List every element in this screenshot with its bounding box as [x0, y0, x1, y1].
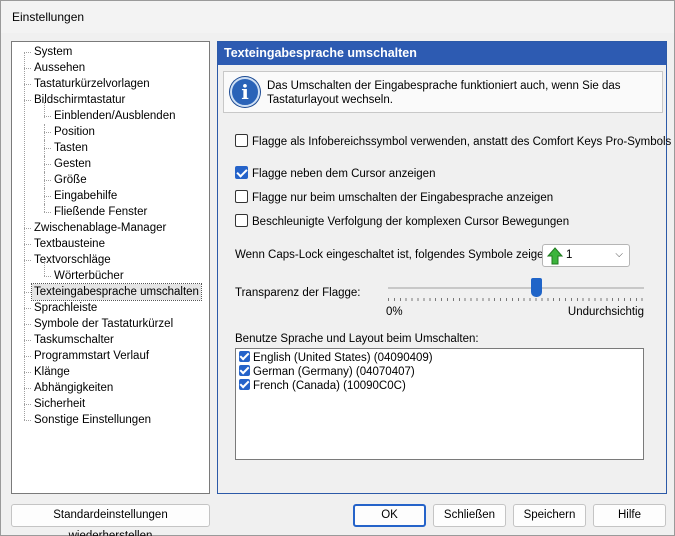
- tree-item[interactable]: Symbole der Tastaturkürzel: [32, 316, 175, 332]
- tree-connector: [44, 124, 45, 140]
- tree-connector: [44, 180, 51, 181]
- transparency-slider-thumb[interactable]: [531, 278, 543, 297]
- tree-connector: [44, 102, 45, 118]
- transparency-label: Transparenz der Flagge:: [235, 287, 361, 299]
- tree-item[interactable]: Wörterbücher: [52, 268, 126, 284]
- tree-connector: [44, 148, 51, 149]
- list-item[interactable]: French (Canada) (10090C0C): [239, 379, 406, 393]
- tree-connector: [24, 420, 31, 421]
- tree-connector: [24, 68, 31, 69]
- settings-window: Einstellungen System Aussehen Tastaturkürz…: [0, 0, 675, 536]
- language-checkbox[interactable]: [239, 365, 250, 376]
- tree-item[interactable]: Tastaturkürzelvorlagen: [32, 76, 152, 92]
- tree-connector: [24, 260, 31, 261]
- option-cursor-flag[interactable]: Flagge neben dem Cursor anzeigen: [235, 166, 435, 182]
- tree-connector: [44, 212, 51, 213]
- restore-defaults-button[interactable]: Standardeinstellungen wiederherstellen: [11, 504, 210, 536]
- transparency-min-label: 0%: [386, 306, 403, 318]
- tree-item[interactable]: Abhängigkeiten: [32, 380, 115, 396]
- tree-connector: [44, 132, 51, 133]
- tree-connector: [24, 292, 31, 293]
- language-checkbox[interactable]: [239, 379, 250, 390]
- tree-connector: [24, 308, 31, 309]
- tree-connector: [24, 356, 31, 357]
- capslock-label: Wenn Caps-Lock eingeschaltet ist, folgen…: [235, 249, 554, 261]
- close-button[interactable]: Schließen: [433, 504, 506, 527]
- option-checkbox[interactable]: [235, 190, 248, 203]
- tree-connector: [44, 140, 45, 156]
- tree-connector: [44, 164, 51, 165]
- tree-connector: [44, 188, 45, 204]
- tree-connector: [24, 404, 31, 405]
- tree-connector: [44, 276, 51, 277]
- tree-item[interactable]: Position: [52, 124, 97, 140]
- tree-item[interactable]: Bildschirmtastatur: [32, 92, 127, 108]
- tree-connector: [44, 196, 51, 197]
- tree-connector: [44, 172, 45, 188]
- list-item[interactable]: English (United States) (04090409): [239, 351, 433, 365]
- window-title: Einstellungen: [12, 10, 85, 24]
- title-bar: Einstellungen: [1, 1, 674, 33]
- tree-connector: [44, 262, 45, 276]
- tree-item[interactable]: Sprachleiste: [32, 300, 99, 316]
- info-box: i Das Umschalten der Eingabesprache funk…: [223, 71, 663, 113]
- tree-item[interactable]: Tasten: [52, 140, 90, 156]
- tree-item[interactable]: Sicherheit: [32, 396, 87, 412]
- ok-button[interactable]: OK: [353, 504, 426, 527]
- tree-item[interactable]: Aussehen: [32, 60, 87, 76]
- tree-connector: [44, 156, 45, 172]
- tree-connector: [24, 388, 31, 389]
- tree-connector: [24, 228, 31, 229]
- info-text: Das Umschalten der Eingabesprache funkti…: [267, 80, 621, 106]
- transparency-slider-track[interactable]: [388, 287, 644, 289]
- tree-item[interactable]: Texteingabesprache umschalten: [31, 283, 202, 301]
- tree-item[interactable]: Eingabehilfe: [52, 188, 119, 204]
- tree-connector: [24, 52, 25, 420]
- tree-connector: [24, 372, 31, 373]
- tree-item[interactable]: Fließende Fenster: [52, 204, 149, 220]
- save-button[interactable]: Speichern: [513, 504, 586, 527]
- tree-connector: [24, 84, 31, 85]
- chevron-down-icon: ⌵: [615, 249, 623, 260]
- option-tray-flag[interactable]: Flagge als Infobereichssymbol verwenden,…: [235, 134, 671, 150]
- transparency-max-label: Undurchsichtig: [567, 306, 644, 318]
- languages-label: Benutze Sprache und Layout beim Umschalt…: [235, 333, 479, 345]
- option-checkbox[interactable]: [235, 166, 248, 179]
- tree-connector: [24, 244, 31, 245]
- tree-item[interactable]: Gesten: [52, 156, 93, 172]
- option-checkbox[interactable]: [235, 214, 248, 227]
- capslock-symbol-value: 1: [566, 249, 573, 261]
- tree-item[interactable]: System: [32, 44, 74, 60]
- list-item[interactable]: German (Germany) (04070407): [239, 365, 415, 379]
- tree-connector: [44, 116, 51, 117]
- language-checkbox[interactable]: [239, 351, 250, 362]
- tree-connector: [44, 204, 45, 212]
- help-button[interactable]: Hilfe: [593, 504, 666, 527]
- transparency-slider-ticks: [388, 298, 644, 301]
- panel-header: Texteingabesprache umschalten: [218, 42, 666, 65]
- tree-item[interactable]: Programmstart Verlauf: [32, 348, 151, 364]
- option-flag-on-switch[interactable]: Flagge nur beim umschalten der Eingabesp…: [235, 190, 553, 206]
- tree-connector: [24, 340, 31, 341]
- green-up-arrow-icon: [547, 247, 563, 265]
- tree-item[interactable]: Größe: [52, 172, 89, 188]
- tree-item[interactable]: Textbausteine: [32, 236, 107, 252]
- tree-connector: [24, 52, 31, 53]
- capslock-symbol-select[interactable]: 1 ⌵: [542, 244, 630, 267]
- tree-item[interactable]: Sonstige Einstellungen: [32, 412, 153, 428]
- option-accelerated-tracking[interactable]: Beschleunigte Verfolgung der komplexen C…: [235, 214, 569, 230]
- tree-item[interactable]: Taskumschalter: [32, 332, 116, 348]
- info-icon: i: [230, 77, 260, 107]
- tree-item[interactable]: Klänge: [32, 364, 72, 380]
- settings-panel: Texteingabesprache umschalten i Das Umsc…: [217, 41, 671, 494]
- tree-item[interactable]: Einblenden/Ausblenden: [52, 108, 178, 124]
- tree-connector: [24, 100, 31, 101]
- option-checkbox[interactable]: [235, 134, 248, 147]
- tree-item[interactable]: Zwischenablage-Manager: [32, 220, 168, 236]
- languages-list[interactable]: English (United States) (04090409) Germa…: [235, 348, 644, 460]
- tree-connector: [24, 324, 31, 325]
- settings-tree[interactable]: System Aussehen Tastaturkürzelvorlagen Bild…: [11, 41, 210, 494]
